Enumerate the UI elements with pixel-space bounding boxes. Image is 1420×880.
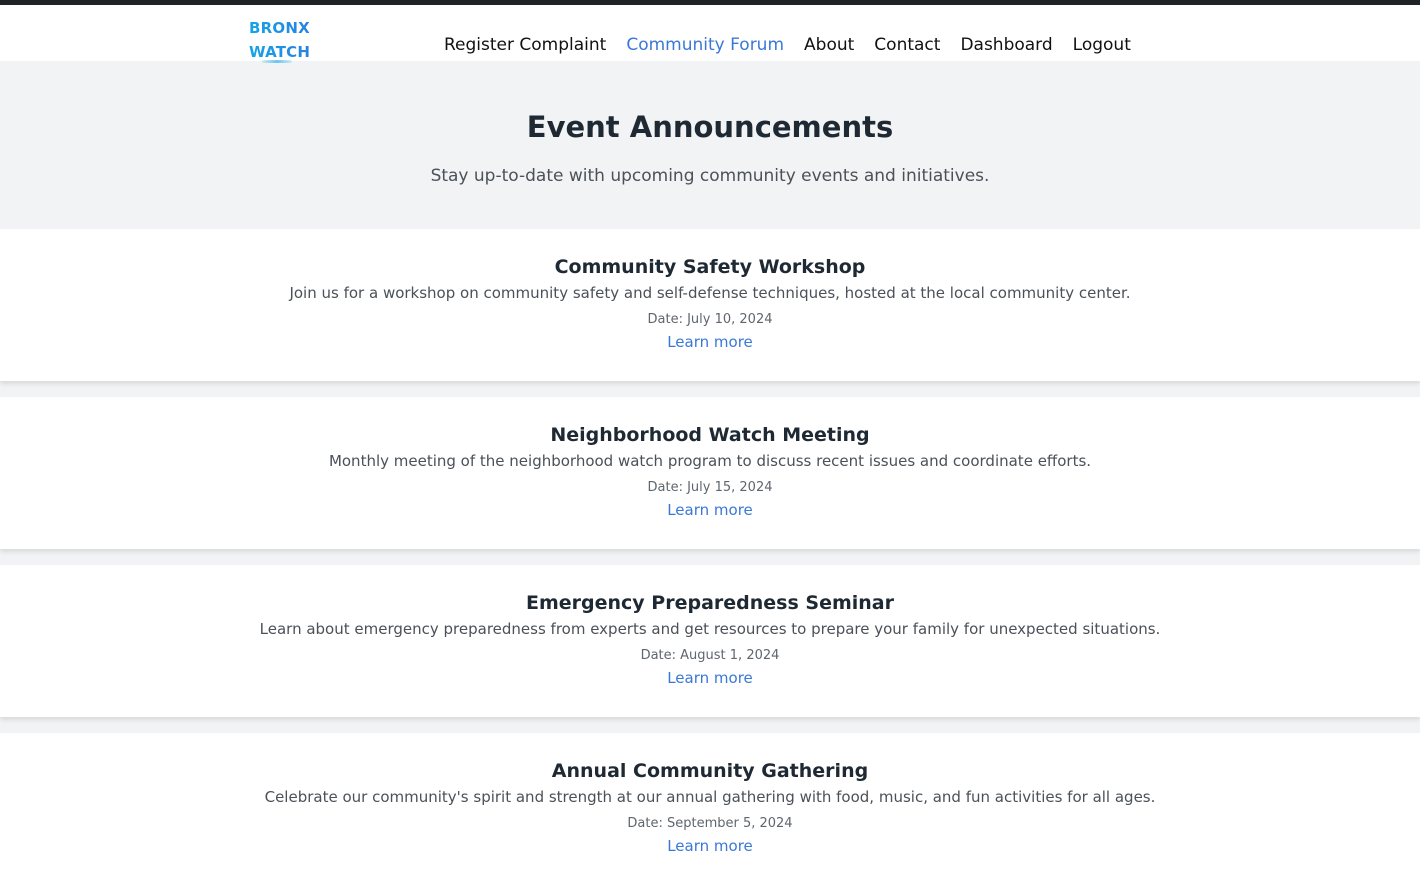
event-card: Annual Community Gathering Celebrate our… xyxy=(0,733,1420,880)
event-date: Date: September 5, 2024 xyxy=(627,816,793,831)
nav-contact[interactable]: Contact xyxy=(874,32,940,58)
event-date: Date: July 10, 2024 xyxy=(647,312,773,327)
event-description: Monthly meeting of the neighborhood watc… xyxy=(328,452,1092,470)
event-card: Neighborhood Watch Meeting Monthly meeti… xyxy=(0,397,1420,549)
brand-line-1: BRONX xyxy=(249,19,310,37)
page-title: Event Announcements xyxy=(526,110,894,144)
event-title: Community Safety Workshop xyxy=(554,256,866,278)
page-subtitle: Stay up-to-date with upcoming community … xyxy=(430,166,990,186)
event-title: Annual Community Gathering xyxy=(551,760,869,782)
learn-more-link[interactable]: Learn more xyxy=(667,500,753,520)
event-card: Community Safety Workshop Join us for a … xyxy=(0,229,1420,381)
event-date: Date: August 1, 2024 xyxy=(640,648,780,663)
event-title: Emergency Preparedness Seminar xyxy=(525,592,894,614)
brand-underline xyxy=(262,60,292,63)
main-nav: Register Complaint Community Forum About… xyxy=(444,32,1131,58)
brand-logo[interactable]: BRONX WATCH xyxy=(249,16,313,64)
navbar: BRONX WATCH Register Complaint Community… xyxy=(0,5,1420,64)
nav-about[interactable]: About xyxy=(804,32,854,58)
learn-more-link[interactable]: Learn more xyxy=(667,668,753,688)
event-date: Date: July 15, 2024 xyxy=(647,480,773,495)
event-title: Neighborhood Watch Meeting xyxy=(550,424,870,446)
nav-community-forum[interactable]: Community Forum xyxy=(626,32,784,58)
nav-register-complaint[interactable]: Register Complaint xyxy=(444,32,606,58)
card-separator xyxy=(0,717,1420,733)
hero-section: Event Announcements Stay up-to-date with… xyxy=(0,61,1420,229)
nav-logout[interactable]: Logout xyxy=(1073,32,1131,58)
events-list: Community Safety Workshop Join us for a … xyxy=(0,229,1420,880)
event-description: Celebrate our community's spirit and str… xyxy=(264,788,1156,806)
learn-more-link[interactable]: Learn more xyxy=(667,836,753,856)
card-separator xyxy=(0,549,1420,565)
event-description: Learn about emergency preparedness from … xyxy=(259,620,1161,638)
card-separator xyxy=(0,381,1420,397)
nav-dashboard[interactable]: Dashboard xyxy=(960,32,1052,58)
learn-more-link[interactable]: Learn more xyxy=(667,332,753,352)
event-description: Join us for a workshop on community safe… xyxy=(289,284,1131,302)
event-card: Emergency Preparedness Seminar Learn abo… xyxy=(0,565,1420,717)
